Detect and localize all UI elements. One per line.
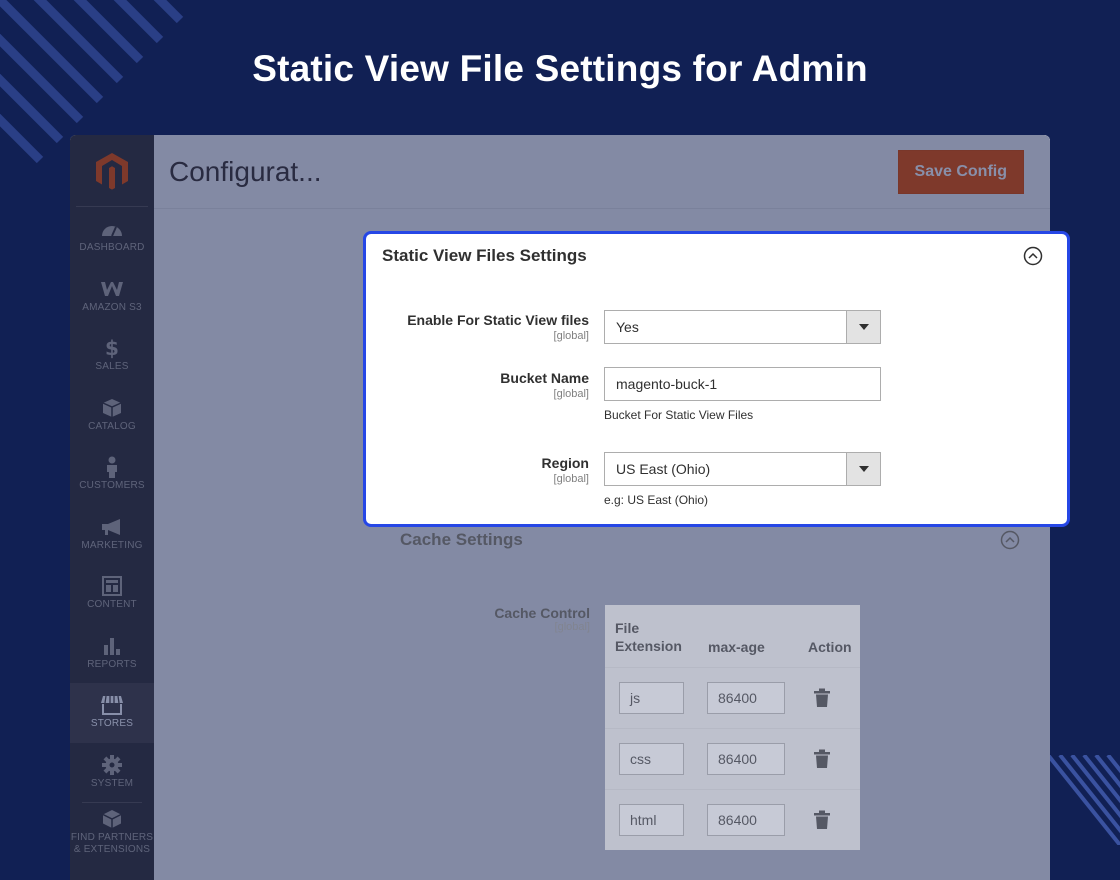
- cache-settings-header[interactable]: Cache Settings: [400, 530, 1020, 550]
- table-row: css 86400: [605, 728, 860, 789]
- decorative-stripes-bottom-right: [1048, 755, 1120, 845]
- select-value: Yes: [616, 319, 639, 335]
- scope-label: [global]: [553, 473, 589, 485]
- extension-input[interactable]: css: [619, 743, 684, 775]
- static-view-files-card: Static View Files Settings Enable For St…: [363, 231, 1070, 527]
- scope-label: [global]: [553, 330, 589, 342]
- cache-control-table: File Extension max-age Action js 86400 c…: [605, 605, 860, 850]
- collapse-icon[interactable]: [1023, 246, 1043, 266]
- max-age-input[interactable]: 86400: [707, 682, 785, 714]
- table-row: js 86400: [605, 667, 860, 728]
- scope-label: [global]: [554, 621, 590, 633]
- column-header-extension: File Extension: [615, 620, 682, 654]
- trash-icon[interactable]: [813, 810, 831, 830]
- table-row: html 86400: [605, 789, 860, 850]
- headline: Static View File Settings for Admin: [252, 48, 868, 89]
- static-view-files-header[interactable]: Static View Files Settings: [382, 246, 1043, 266]
- select-value: US East (Ohio): [616, 461, 711, 477]
- field-label: Enable For Static View files [global]: [366, 312, 589, 344]
- field-label: Bucket Name [global]: [366, 370, 589, 402]
- max-age-input[interactable]: 86400: [707, 804, 785, 836]
- cache-settings-section: Cache Settings Cache Control [global] Fi…: [400, 530, 1020, 850]
- trash-icon[interactable]: [813, 749, 831, 769]
- section-title: Static View Files Settings: [382, 246, 587, 265]
- bucket-name-input[interactable]: magento-buck-1: [604, 367, 881, 401]
- field-note: e.g: US East (Ohio): [604, 493, 709, 507]
- field-label: Region [global]: [366, 455, 589, 487]
- scope-label: [global]: [553, 388, 589, 400]
- field-note: Bucket For Static View Files: [604, 408, 754, 422]
- collapse-icon[interactable]: [1000, 530, 1020, 550]
- section-title: Cache Settings: [400, 530, 523, 549]
- enable-static-view-select[interactable]: Yes: [604, 310, 881, 344]
- field-label: Cache Control [global]: [400, 605, 590, 633]
- max-age-input[interactable]: 86400: [707, 743, 785, 775]
- extension-input[interactable]: html: [619, 804, 684, 836]
- chevron-down-icon[interactable]: [846, 453, 880, 485]
- region-select[interactable]: US East (Ohio): [604, 452, 881, 486]
- column-header-max-age: max-age: [708, 639, 765, 655]
- trash-icon[interactable]: [813, 688, 831, 708]
- table-header: File Extension max-age Action: [605, 605, 860, 667]
- column-header-action: Action: [808, 639, 852, 655]
- extension-input[interactable]: js: [619, 682, 684, 714]
- chevron-down-icon[interactable]: [846, 311, 880, 343]
